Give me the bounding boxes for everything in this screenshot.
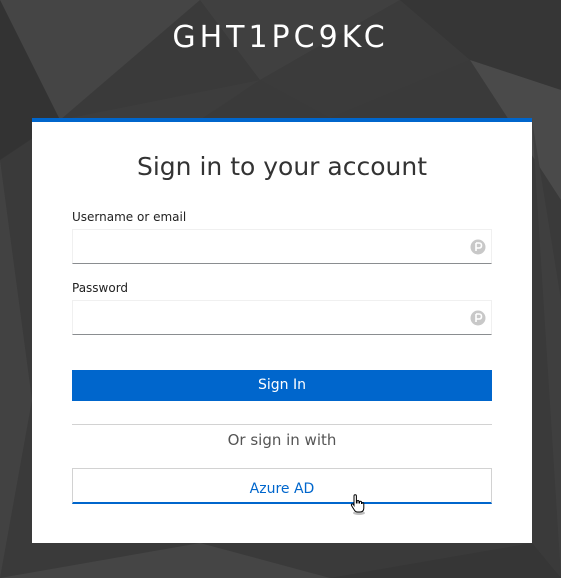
or-sign-in-with-text: Or sign in with [227,431,337,449]
divider [72,424,492,425]
password-label: Password [72,281,129,295]
username-label: Username or email [72,210,187,224]
password-manager-icon[interactable] [470,239,486,255]
sign-in-button[interactable]: Sign In [72,370,492,401]
password-manager-icon[interactable] [470,310,486,326]
login-card: Sign in to your account Username or emai… [32,118,532,543]
password-field[interactable] [73,301,491,334]
page-title: Sign in to your account [136,152,427,181]
realm-title: GHT1PC9KC [172,20,389,55]
username-field[interactable] [73,230,491,263]
password-field-wrapper [72,300,492,335]
azure-ad-button[interactable]: Azure AD [72,468,492,504]
username-field-wrapper [72,229,492,264]
hand-pointer-icon [350,494,365,515]
